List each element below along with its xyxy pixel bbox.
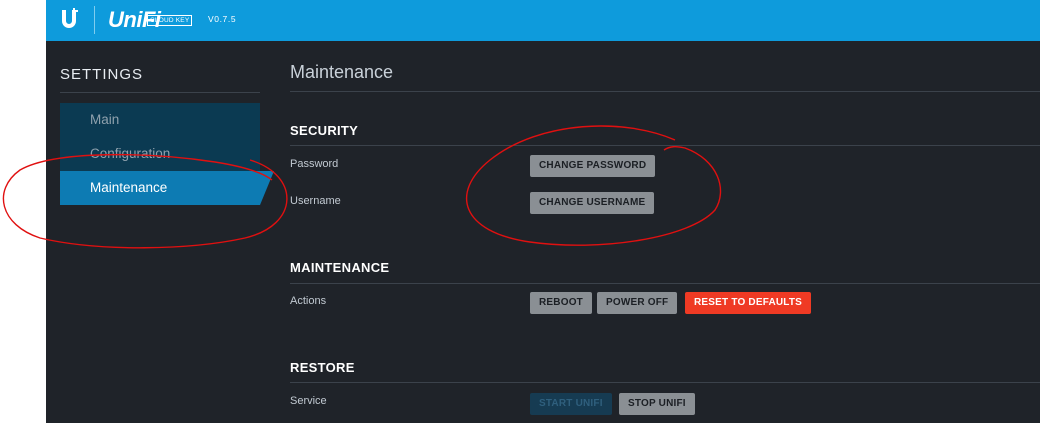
section-divider bbox=[290, 382, 1040, 383]
sidebar-item-configuration[interactable]: Configuration bbox=[60, 137, 260, 171]
section-divider bbox=[290, 145, 1040, 146]
password-label: Password bbox=[290, 158, 339, 170]
reset-to-defaults-button[interactable]: RESET TO DEFAULTS bbox=[685, 292, 812, 314]
power-off-button[interactable]: POWER OFF bbox=[597, 292, 678, 314]
ubiquiti-u-icon[interactable] bbox=[58, 7, 80, 33]
version-label: V0.7.5 bbox=[208, 14, 237, 24]
change-username-button[interactable]: CHANGE USERNAME bbox=[530, 192, 655, 214]
sidebar-title: SETTINGS bbox=[60, 66, 144, 83]
actions-label: Actions bbox=[290, 295, 327, 307]
username-label: Username bbox=[290, 195, 341, 207]
section-divider bbox=[290, 283, 1040, 284]
header-divider bbox=[94, 6, 95, 34]
section-title-maintenance: MAINTENANCE bbox=[290, 260, 390, 275]
page-title: Maintenance bbox=[290, 62, 394, 82]
top-bar: UniFi CLOUD KEY V0.7.5 bbox=[46, 0, 1040, 41]
service-label: Service bbox=[290, 395, 327, 407]
start-unifi-button: START UNIFI bbox=[530, 393, 612, 415]
section-title-security: SECURITY bbox=[290, 123, 359, 138]
stop-unifi-button[interactable]: STOP UNIFI bbox=[619, 393, 695, 415]
sidebar-divider bbox=[60, 92, 260, 93]
section-title-restore: RESTORE bbox=[290, 360, 355, 375]
change-password-button[interactable]: CHANGE PASSWORD bbox=[530, 155, 656, 177]
active-item-pointer bbox=[260, 171, 274, 205]
title-divider bbox=[290, 91, 1040, 92]
sidebar-item-maintenance[interactable]: Maintenance bbox=[60, 171, 260, 205]
brand-badge: CLOUD KEY bbox=[147, 15, 193, 26]
app-window: UniFi CLOUD KEY V0.7.5 SETTINGS Main Con… bbox=[46, 0, 1040, 423]
sidebar-item-main[interactable]: Main bbox=[60, 103, 260, 137]
reboot-button[interactable]: REBOOT bbox=[530, 292, 592, 314]
